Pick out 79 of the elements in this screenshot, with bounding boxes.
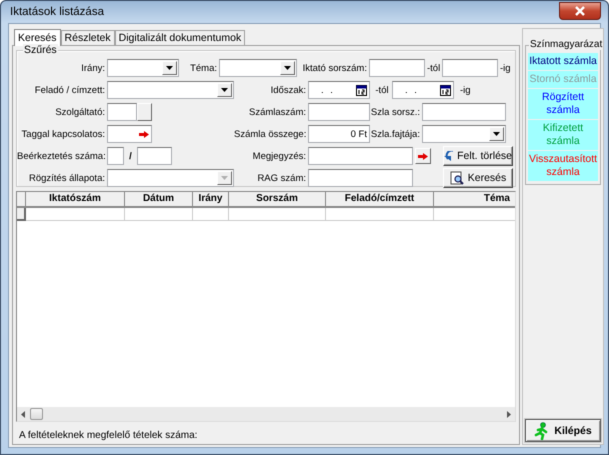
input-field[interactable] (442, 59, 498, 77)
column-header[interactable]: Sorszám (229, 192, 326, 208)
type-dropdown[interactable] (422, 125, 506, 143)
input-field[interactable] (369, 59, 425, 77)
legend-item: Visszautasított számla (529, 153, 598, 178)
column-header[interactable]: Feladó/címzett (326, 192, 434, 208)
field-label: Irány: (80, 62, 106, 74)
tab[interactable]: Részletek (60, 30, 115, 45)
tab[interactable]: Keresés (14, 29, 61, 46)
field-suffix: -ig (459, 84, 471, 96)
input-field[interactable] (308, 147, 413, 165)
browse-button[interactable] (137, 103, 152, 121)
column-header[interactable]: Iktatószám (26, 192, 125, 208)
field-label: Időszak: (270, 84, 307, 96)
direction-dropdown[interactable] (107, 59, 179, 77)
table-cell (125, 208, 193, 221)
row-indicator (17, 208, 26, 221)
arrow-right-icon (418, 152, 428, 160)
group-title: Szűrés (23, 44, 58, 56)
status-dropdown[interactable] (107, 169, 234, 187)
field-label: Megjegyzés: (252, 150, 307, 162)
arrow-button[interactable] (415, 148, 431, 164)
window-title: Iktatások listázása (9, 6, 104, 18)
exit-button[interactable]: Kilépés (525, 419, 602, 442)
field-label: Taggal kapcsolatos: (20, 128, 106, 140)
date-field[interactable]: . . (308, 81, 370, 99)
field-label: Téma: (189, 62, 218, 74)
amount-field[interactable]: 0 Ft (308, 125, 370, 143)
field-suffix: -tól (426, 62, 442, 74)
column-header[interactable]: Téma (434, 192, 515, 208)
field-label: Szolgáltató: (54, 106, 106, 118)
field-label: Számla összege: (234, 128, 308, 140)
horizontal-scrollbar[interactable] (17, 407, 515, 421)
field-label: Rögzítés állapota: (28, 172, 106, 184)
legend-item: Stornó számla (529, 73, 597, 85)
clear-filter-button[interactable]: Felt. törlése (443, 146, 513, 166)
dropdown-arrow-icon (284, 66, 291, 70)
dropdown-arrow-icon (493, 132, 500, 136)
scrollbar-thumb[interactable] (30, 408, 43, 420)
field-label: Beérkeztetés száma: (17, 150, 107, 162)
sender-dropdown[interactable] (107, 81, 234, 99)
close-button[interactable] (559, 2, 601, 20)
input-field[interactable] (137, 147, 172, 165)
input-field[interactable] (308, 103, 370, 121)
topic-dropdown[interactable] (219, 59, 297, 77)
column-header[interactable]: Irány (193, 192, 229, 208)
calendar-icon (356, 84, 367, 96)
search-button[interactable]: Keresés (443, 168, 513, 188)
result-count-label: A feltételeknek megfelelő tételek száma: (18, 430, 198, 441)
running-figure-icon (534, 422, 550, 440)
separator-text: / (128, 150, 133, 162)
field-label: Szla.fajtája: (370, 128, 421, 140)
arrow-right-icon (139, 130, 149, 138)
field-label: Számlaszám: (248, 106, 307, 118)
field-label: Feladó / címzett: (34, 84, 106, 96)
field-label: RAG szám: (256, 172, 307, 184)
date-field[interactable]: . . (392, 81, 454, 99)
field-suffix: -ig (499, 62, 511, 74)
field-label: Iktató sorszám: (302, 62, 368, 74)
search-icon (450, 171, 464, 185)
input-field[interactable] (107, 147, 124, 165)
calendar-icon (440, 84, 451, 96)
input-field[interactable] (107, 125, 152, 143)
table-cell (193, 208, 229, 221)
group-title: Színmagyarázat (529, 39, 604, 50)
close-icon (574, 6, 586, 16)
input-field[interactable] (422, 103, 506, 121)
dropdown-arrow-icon (221, 88, 228, 92)
input-field[interactable] (308, 169, 413, 187)
dropdown-arrow-icon (166, 66, 173, 70)
undo-arrow-icon (444, 151, 454, 161)
legend-item: Rögzített számla (542, 91, 584, 116)
field-suffix: -tól (374, 84, 390, 96)
legend-item: Iktatott számla (529, 55, 597, 67)
field-label: Szla sorsz.: (370, 106, 421, 118)
input-field[interactable] (107, 103, 137, 121)
tab[interactable]: Digitalizált dokumentumok (114, 30, 246, 45)
legend-item: Kifizetett számla (542, 122, 584, 147)
column-header[interactable]: Dátum (125, 192, 193, 208)
